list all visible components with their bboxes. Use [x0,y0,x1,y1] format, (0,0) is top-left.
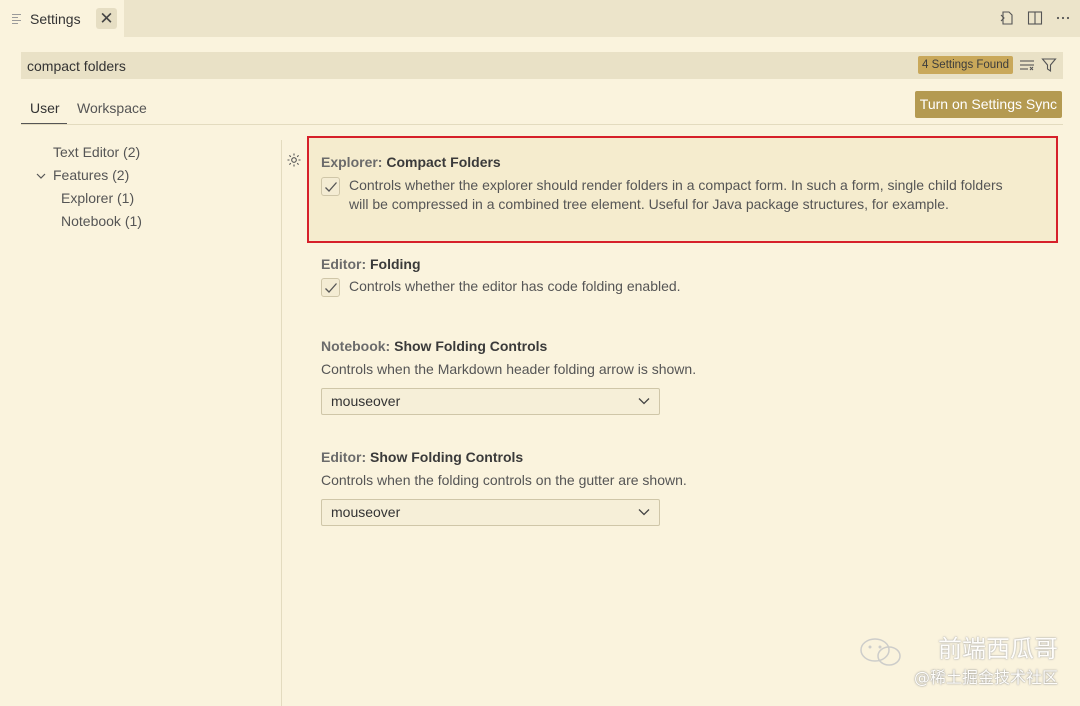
watermark-main-text: 前端西瓜哥 [938,635,1058,663]
compact-folders-checkbox[interactable] [321,177,340,196]
toc-item-text-editor[interactable]: Text Editor (2) [53,144,140,160]
setting-name: Show Folding Controls [370,449,524,465]
setting-category: Editor: [321,256,370,272]
setting-description: Controls when the Markdown header foldin… [321,361,697,377]
tab-workspace[interactable]: Workspace [77,100,147,116]
turn-on-settings-sync-button[interactable]: Turn on Settings Sync [914,91,1062,118]
sash-divider[interactable] [281,140,282,706]
editor-tab-bar: Settings ✕ [0,0,1080,37]
settings-tab[interactable]: Settings ✕ [0,0,124,37]
setting-title-folding: Editor: Folding [321,256,421,272]
wechat-logo-icon [860,638,901,666]
close-icon[interactable]: ✕ [96,8,117,29]
search-input[interactable]: compact folders [27,58,126,74]
folding-checkbox[interactable] [321,278,340,297]
settings-file-icon [12,13,24,25]
chevron-down-icon [638,398,650,405]
toc-item-explorer[interactable]: Explorer (1) [61,190,134,206]
setting-title-notebook-folding-controls: Notebook: Show Folding Controls [321,338,547,354]
setting-name: Compact Folders [386,154,501,170]
chevron-down-icon [638,509,650,516]
tab-title: Settings [30,10,81,27]
settings-search-bar[interactable]: compact folders 4 Settings Found [21,52,1063,79]
filter-icon[interactable] [1041,57,1057,76]
setting-name: Folding [370,256,421,272]
setting-title-compact-folders: Explorer: Compact Folders [321,154,501,170]
setting-category: Editor: [321,449,370,465]
watermark: 前端西瓜哥 @稀土掘金技术社区 [860,629,1058,688]
setting-category: Notebook: [321,338,395,354]
tab-user[interactable]: User [30,100,60,116]
setting-name: Show Folding Controls [394,338,548,354]
setting-category: Explorer: [321,154,387,170]
select-value: mouseover [331,393,401,409]
active-tab-indicator [21,123,67,124]
split-editor-icon[interactable] [1026,9,1044,27]
checkmark-icon [324,181,337,192]
gear-icon[interactable] [286,152,302,168]
setting-description: will be compressed in a combined tree el… [349,196,949,212]
toc-item-notebook[interactable]: Notebook (1) [61,213,142,229]
setting-title-editor-folding-controls: Editor: Show Folding Controls [321,449,523,465]
open-settings-json-icon[interactable] [998,9,1016,27]
setting-description: Controls whether the explorer should ren… [349,177,1003,193]
scope-divider [21,124,1063,125]
select-value: mouseover [331,504,401,520]
watermark-sub-text: @稀土掘金技术社区 [913,668,1058,687]
toc-item-features[interactable]: Features (2) [53,167,129,183]
settings-found-badge: 4 Settings Found [918,56,1013,74]
setting-description: Controls when the folding controls on th… [321,472,687,488]
checkmark-icon [324,282,337,293]
notebook-folding-controls-select[interactable]: mouseover [321,388,660,415]
setting-description: Controls whether the editor has code fol… [349,278,681,294]
clear-filter-icon[interactable] [1019,58,1035,75]
editor-folding-controls-select[interactable]: mouseover [321,499,660,526]
chevron-down-icon[interactable] [35,170,47,182]
more-actions-icon[interactable] [1054,9,1072,27]
